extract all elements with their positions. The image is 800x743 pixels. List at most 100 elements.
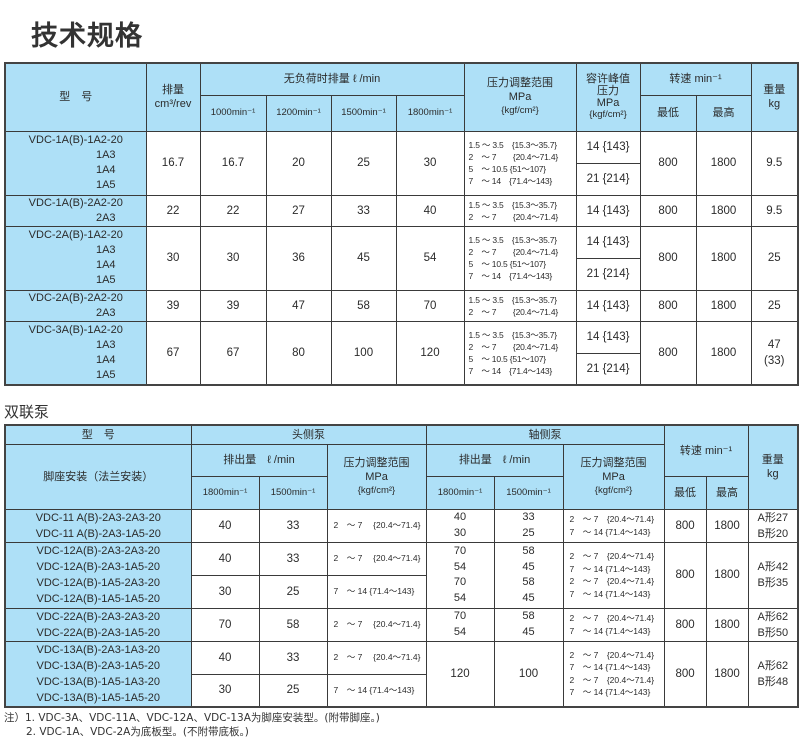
model-cell: VDC-13A(B)-2A3-1A3-20 VDC-13A(B)-2A3-1A5-… [4, 640, 192, 708]
weight-cell: A形62 B形50 [747, 607, 799, 642]
flow-cell: 80 [265, 320, 332, 386]
header-speed-1800: 1800min⁻¹ [395, 94, 465, 132]
max-speed-cell: 1800 [705, 541, 749, 609]
displacement-cell: 67 [145, 320, 201, 386]
weight-value: 47 [767, 338, 781, 351]
header-rotation-max: 最高 [695, 94, 752, 132]
max-speed-cell: 1800 [695, 289, 752, 322]
footnote-1: 注）1. VDC-3A、VDC-11A、VDC-12A、VDC-13A为脚座安装… [4, 712, 380, 724]
header-model: 型 号 [4, 424, 192, 445]
pressure-range-line: 2 ～ 7 {20.4～71.4} [468, 152, 559, 162]
header-rotation: 转速 min⁻¹ [663, 424, 749, 477]
flow-cell: 33 [330, 194, 397, 227]
footnote-2: 2. VDC-1A、VDC-2A为底板型。(不附带底板。) [26, 726, 249, 738]
flow-cell: 27 [265, 194, 332, 227]
shaft-pressure-line: 2 ～ 7 {20.4～71.4} [569, 551, 655, 561]
header-speed-1500: 1500min⁻¹ [330, 94, 397, 132]
model-variant: 1A5 [95, 179, 116, 191]
max-speed-cell: 1800 [695, 320, 752, 386]
model-variant: 2A3 [95, 306, 116, 319]
flow-cell: 36 [265, 225, 332, 291]
min-speed-cell: 800 [639, 130, 697, 196]
table-row: VDC-12A(B)-2A3-2A3-20 VDC-12A(B)-2A3-1A5-… [4, 541, 799, 609]
head-flow-1800-cell: 30 [190, 673, 260, 708]
model-cell: VDC-3A(B)-1A2-20 1A3 1A4 1A5 [4, 320, 147, 386]
table-row: VDC-2A(B)-2A2-20 2A3 39 39 47 58 70 1.5 ～ 3.5 {… [4, 289, 799, 322]
header-speed-1200: 1200min⁻¹ [265, 94, 332, 132]
pressure-range-line: 2 ～ 7 {20.4～71.4} [468, 306, 559, 317]
shaft-flow-1800-cell: 40 30 [425, 508, 495, 543]
peak-pressure-cell: 21 {214} [575, 352, 641, 386]
table-row: VDC-2A(B)-1A2-20 1A3 1A4 1A5 30 30 36 45 54 1.5 ～… [4, 225, 799, 291]
header-pressure-range-label: 压力调整范围 [487, 77, 554, 90]
head-pressure-cell: 2 ～ 7 {20.4～71.4} [326, 541, 427, 576]
shaft-pressure-line: 2 ～ 7 {20.4～71.4} [569, 674, 655, 685]
shaft-flow-1800-line: 70 [453, 610, 467, 622]
model-name: VDC-11 A(B)-2A3-2A3-20 [35, 511, 161, 524]
shaft-flow-1800-line: 70 [453, 545, 467, 557]
model-cell: VDC-1A(B)-2A2-20 2A3 [4, 194, 147, 227]
header-shaft-pressure-unit2: {kgf/cm²} [594, 484, 633, 496]
max-speed-cell: 1800 [695, 130, 752, 196]
header-weight-unit: kg [766, 468, 779, 481]
pressure-range-line: 1.5 ～ 3.5 {15.3～35.7} [468, 329, 558, 340]
flow-cell: 16.7 [199, 130, 267, 196]
page-title: 技术规格 [31, 21, 143, 52]
shaft-pressure-cell: 2 ～ 7 {20.4～71.4} 7 ～ 14 {71.4～143} 2 ～ 7 … [562, 541, 665, 609]
header-shaft-pressure: 压力调整范围 MPa {kgf/cm²} [562, 443, 665, 510]
header-rotation: 转速 min⁻¹ [639, 62, 752, 96]
model-name: VDC-12A(B)-2A3-2A3-20 [36, 545, 161, 557]
shaft-flow-1800-line: 54 [453, 591, 467, 604]
min-speed-cell: 800 [663, 541, 707, 609]
pressure-range-cell: 1.5 ～ 3.5 {15.3～35.7} 2 ～ 7 {20.4～71.4} [463, 289, 577, 322]
weight-line: A形62 [757, 610, 789, 623]
min-speed-cell: 800 [663, 508, 707, 543]
model-name: VDC-12A(B)-1A5-2A3-20 [36, 577, 161, 589]
shaft-pressure-line: 2 ～ 7 {20.4～71.4} [569, 576, 655, 586]
flow-cell: 39 [199, 289, 267, 322]
model-cell: VDC-12A(B)-2A3-2A3-20 VDC-12A(B)-2A3-1A5-… [4, 541, 192, 609]
header-pressure-range-unit2: {kgf/cm²} [501, 105, 539, 117]
min-speed-cell: 800 [639, 225, 697, 291]
model-variant: 1A3 [95, 244, 116, 256]
max-speed-cell: 1800 [705, 640, 749, 708]
table-row: VDC-1A(B)-1A2-20 1A3 1A4 1A5 16.7 16.7 20 25 30 1… [4, 130, 799, 196]
pressure-range-line: 5 ～ 10.5 {51～107} [468, 164, 547, 174]
shaft-flow-1500-cell: 33 25 [493, 508, 564, 543]
flow-cell: 120 [395, 320, 465, 386]
weight-line: B形20 [757, 527, 789, 540]
peak-pressure-cell: 14 {143} [575, 130, 641, 164]
weight-cell: 47 (33) [750, 320, 799, 386]
model-variant: 1A3 [95, 149, 116, 161]
pressure-range-line: 2 ～ 7 {20.4～71.4} [468, 247, 559, 257]
header-shaft-pressure-unit: MPa [602, 470, 625, 483]
head-pressure-cell: 2 ～ 7 {20.4～71.4} [326, 640, 427, 675]
pressure-range-line: 7 ～ 14 {71.4～143} [468, 176, 553, 186]
head-pressure-cell: 2 ～ 7 {20.4～71.4} [326, 607, 427, 642]
shaft-pressure-line: 2 ～ 7 {20.4～71.4} [569, 514, 655, 524]
header-peak-pressure: 容许峰值 压力 MPa {kgf/cm²} [575, 62, 641, 132]
peak-pressure-cell: 21 {214} [575, 257, 641, 291]
model-cell: VDC-1A(B)-1A2-20 1A3 1A4 1A5 [4, 130, 147, 196]
pressure-range-line: 1.5 ～ 3.5 {15.3～35.7} [468, 235, 558, 245]
max-speed-cell: 1800 [705, 508, 749, 543]
weight-cell: A形62 B形48 [747, 640, 799, 708]
table-row: VDC-13A(B)-2A3-1A3-20 VDC-13A(B)-2A3-1A5-… [4, 640, 799, 708]
flow-cell: 20 [265, 130, 332, 196]
header-weight-unit: kg [768, 98, 781, 111]
shaft-pressure-line: 7 ～ 14 {71.4～143} [569, 526, 651, 537]
header-head-flow: 排出量 ℓ /min [190, 443, 328, 477]
table-row: VDC-11 A(B)-2A3-2A3-20 VDC-11 A(B)-2A3-1A… [4, 508, 799, 543]
flow-cell: 40 [395, 194, 465, 227]
header-shaft-flow: 排出量 ℓ /min [425, 443, 564, 477]
single-pump-spec-table: 型 号 排量 cm³/rev 无负荷时排量 ℓ /min 压力调整范围 MPa … [4, 62, 800, 386]
header-model: 型 号 [4, 62, 147, 132]
header-displacement-label: 排量 [162, 84, 184, 97]
model-cell: VDC-22A(B)-2A3-2A3-20 VDC-22A(B)-2A3-1A5-… [4, 607, 192, 642]
header-head-pump: 头侧泵 [190, 424, 427, 445]
head-flow-1500-cell: 25 [258, 574, 328, 609]
head-flow-1500-cell: 33 [258, 541, 328, 576]
flow-cell: 30 [199, 225, 267, 291]
shaft-flow-1800-line: 30 [453, 526, 467, 539]
shaft-pressure-line: 7 ～ 14 {71.4～143} [569, 687, 651, 698]
